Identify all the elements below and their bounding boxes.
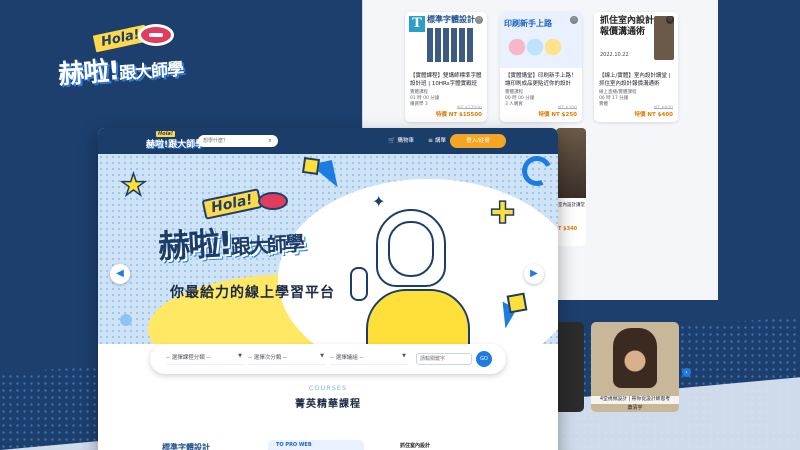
course-thumbnail: 印刷新手上路 ♡ bbox=[500, 12, 582, 68]
logo-name: 赫啦!跟大師學 bbox=[146, 137, 204, 150]
teacher-illustration bbox=[350, 209, 476, 344]
sale-price: 特價 NT $400 bbox=[634, 112, 674, 118]
course-card[interactable]: T 標準字體設計 ♡ 【實體課程】雙講師標準字體設計班 | 10HRs字體實戰班… bbox=[405, 12, 487, 122]
select-value: -- 選擇議組 -- bbox=[330, 355, 364, 361]
thumb-date: 2022.10.22 bbox=[600, 52, 629, 58]
teacher-caption: 4堂視頻設計 | 帶你從設計師思考 bbox=[591, 396, 679, 404]
logo-name-main: 赫啦! bbox=[57, 56, 121, 91]
top-nav: Hola! 赫啦!跟大師學 ⌕ 🛒購物車 ≡講單 登入/註冊 bbox=[98, 128, 558, 154]
sale-price: T $340 bbox=[558, 226, 578, 232]
sale-price: 特價 NT $250 bbox=[538, 112, 578, 118]
plus-icon: ✚ bbox=[489, 195, 516, 232]
hero-tagline: 你最給力的線上學習平台 bbox=[170, 285, 335, 301]
circle-shape bbox=[120, 314, 132, 326]
logo-name: 赫啦!跟大師學 bbox=[157, 214, 304, 268]
carousel-next-button[interactable]: ▶ bbox=[524, 264, 544, 284]
courses-section-header: COURSES 菁英精華課程 bbox=[98, 384, 558, 410]
course-title[interactable]: 【實體課程】雙講師標準字體設計班 | 10HRs字體實戰班 bbox=[405, 68, 487, 90]
list-icon: ≡ bbox=[428, 137, 434, 144]
square-shape bbox=[506, 292, 528, 314]
keyword-input[interactable] bbox=[416, 353, 472, 365]
cart-label: 購物車 bbox=[397, 138, 414, 144]
course-card-peek[interactable]: TO PRO WEB bbox=[268, 440, 364, 450]
logo-name-main: 赫啦! bbox=[157, 224, 232, 266]
star-icon: ★ bbox=[119, 167, 147, 204]
course-thumbnail: T 標準字體設計 ♡ bbox=[405, 12, 487, 68]
heart-icon[interactable]: ♡ bbox=[475, 16, 483, 24]
carousel-prev-button[interactable]: ◀ bbox=[110, 264, 130, 284]
course-thumbnail bbox=[556, 128, 586, 198]
select-value: -- 選擇課程分類 -- bbox=[166, 355, 211, 361]
teacher-card[interactable]: 4堂視頻設計 | 帶你從設計師思考 蕭清宇 bbox=[591, 322, 679, 412]
letter-t-icon: T bbox=[409, 16, 425, 32]
caret-down-icon: ▼ bbox=[320, 353, 324, 359]
list-link[interactable]: ≡ 講單 bbox=[428, 136, 446, 144]
lips-icon bbox=[138, 24, 174, 46]
course-filter-bar: -- 選擇課程分類 -- ▼ -- 選擇次分類 -- ▼ -- 選擇議組 -- ▼ G… bbox=[150, 344, 506, 374]
logo-name-sub: 跟大師學 bbox=[118, 59, 184, 85]
peek-title: 抓住室內設計 bbox=[400, 443, 431, 449]
color-balls-image bbox=[508, 34, 568, 60]
cart-link[interactable]: 🛒 購物車 bbox=[388, 136, 414, 144]
illustration-face bbox=[388, 221, 434, 277]
course-card[interactable]: 印刷新手上路 ♡ 【實體講堂】印刷新手上路！讓印刷成品更貼近你的設計 實體課程 … bbox=[500, 12, 582, 122]
search-icon[interactable]: ⌕ bbox=[266, 137, 274, 145]
nav-logo[interactable]: Hola! 赫啦!跟大師學 bbox=[146, 131, 204, 151]
illustration-body bbox=[366, 289, 470, 344]
hero-banner: ★ ✦ ✚ Hola! 赫啦!跟大師學 你最給力的線上學習平台 ◀ ▶ bbox=[98, 154, 558, 344]
caret-down-icon: ▼ bbox=[402, 353, 406, 359]
heart-icon[interactable]: ♡ bbox=[666, 16, 674, 24]
lips-icon bbox=[258, 192, 288, 210]
list-label: 講單 bbox=[435, 138, 447, 144]
section-title: 菁英精華課程 bbox=[295, 399, 361, 410]
homepage-window: Hola! 赫啦!跟大師學 ⌕ 🛒購物車 ≡講單 登入/註冊 ★ ✦ ✚ Hol… bbox=[98, 128, 558, 450]
teacher-photo bbox=[613, 328, 657, 388]
course-card[interactable]: 抓住室內設計報價溝通術 2022.10.22 ♡ 【線上/實體】室內設計講堂 |… bbox=[594, 12, 678, 122]
caret-down-icon: ▼ bbox=[238, 353, 242, 359]
course-card-peek[interactable]: 抓住室內設計 bbox=[394, 440, 504, 450]
course-title[interactable]: 【線上/實體】室內設計講堂 | 抓住室內設計報價溝通術 bbox=[594, 68, 678, 90]
logo-name-sub: 跟大師學 bbox=[230, 231, 304, 259]
hero-logo: Hola! 赫啦!跟大師學 bbox=[148, 188, 348, 284]
thumb-title: 標準字體設計 bbox=[427, 15, 475, 24]
category-select[interactable]: -- 選擇課程分類 -- ▼ bbox=[166, 353, 244, 365]
chevron-right-icon[interactable]: › bbox=[682, 368, 691, 377]
type-grid-image bbox=[427, 28, 475, 62]
teacher-row: 4堂視頻設計 | 帶你從設計師思考 蕭清宇 bbox=[554, 320, 719, 450]
cart-icon: 🛒 bbox=[388, 137, 396, 144]
pointing-hand-icon bbox=[350, 267, 368, 301]
peek-title: TO PRO WEB bbox=[276, 442, 312, 448]
teacher-card-partial[interactable] bbox=[554, 322, 584, 412]
sale-price: 特價 NT $15500 bbox=[435, 112, 482, 118]
teacher-name: 蕭清宇 bbox=[627, 405, 643, 411]
course-thumbnail: 抓住室內設計報價溝通術 2022.10.22 ♡ bbox=[594, 12, 678, 68]
square-shape bbox=[301, 156, 321, 176]
logo-name: 赫啦!跟大師學 bbox=[57, 46, 184, 92]
brand-logo: Hola! 赫啦!跟大師學 bbox=[52, 20, 192, 90]
section-title-en: COURSES bbox=[308, 384, 348, 392]
course-title[interactable]: 【實體講堂】印刷新手上路！讓印刷成品更貼近你的設計 bbox=[500, 68, 582, 90]
select-value: -- 選擇次分類 -- bbox=[248, 355, 287, 361]
peek-title: 標準字體設計 bbox=[162, 443, 210, 450]
heart-icon[interactable]: ♡ bbox=[570, 16, 578, 24]
login-button[interactable]: 登入/註冊 bbox=[450, 134, 506, 148]
thumb-title: 印刷新手上路 bbox=[504, 19, 552, 28]
go-button[interactable]: GO bbox=[476, 351, 492, 367]
subcategory-select[interactable]: -- 選擇次分類 -- ▼ bbox=[248, 353, 326, 365]
topic-select[interactable]: -- 選擇議組 -- ▼ bbox=[330, 353, 408, 365]
course-card-peek[interactable]: 標準字體設計 bbox=[154, 440, 250, 450]
course-card-partial[interactable]: 室內設計講堂 T $340 bbox=[556, 128, 586, 246]
logo-name-main: 赫啦! bbox=[146, 140, 169, 150]
thumb-title: 抓住室內設計報價溝通術 bbox=[600, 16, 655, 37]
course-title: 室內設計講堂 bbox=[558, 203, 585, 208]
